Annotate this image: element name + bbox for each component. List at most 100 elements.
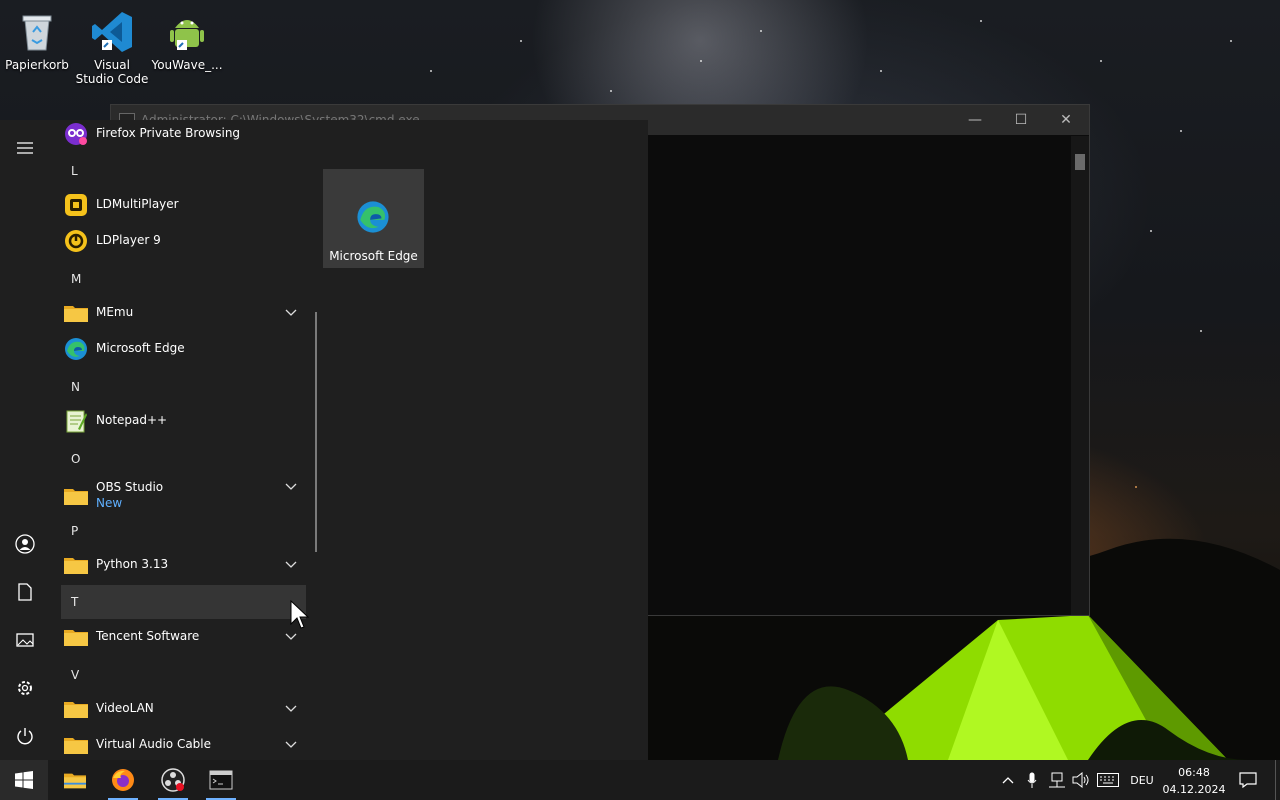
desktop-icon-vscode[interactable]: Visual Studio Code <box>75 6 149 86</box>
mouse-cursor-icon <box>290 600 310 629</box>
letter-label: T <box>71 595 79 609</box>
tile-label: Microsoft Edge <box>329 249 418 263</box>
taskbar-file-explorer[interactable] <box>52 760 98 800</box>
new-badge: New <box>96 496 123 510</box>
start-menu: Firefox Private Browsing L LDMultiPlayer… <box>0 120 648 760</box>
letter-header-n[interactable]: N <box>61 370 306 404</box>
firefox-private-icon <box>65 123 87 145</box>
letter-header-l[interactable]: L <box>61 154 306 188</box>
taskbar-obs[interactable] <box>150 760 196 800</box>
maximize-button[interactable]: ☐ <box>998 105 1044 135</box>
folder-icon <box>64 630 88 646</box>
edge-icon <box>357 201 389 233</box>
desktop-icon-label: YouWave_... <box>151 58 223 72</box>
chevron-down-icon[interactable] <box>284 631 298 641</box>
app-label: LDPlayer 9 <box>96 233 161 247</box>
app-virtual-audio-cable[interactable]: Virtual Audio Cable <box>56 727 306 763</box>
folder-icon <box>64 306 88 322</box>
letter-label: O <box>71 452 81 466</box>
chevron-down-icon[interactable] <box>284 703 298 713</box>
app-label: Firefox Private Browsing <box>96 126 241 140</box>
app-tencent-software[interactable]: Tencent Software <box>56 619 306 655</box>
tile-microsoft-edge[interactable]: Microsoft Edge <box>323 169 424 268</box>
app-ldmultiplayer[interactable]: LDMultiPlayer <box>56 187 306 223</box>
app-notepadpp[interactable]: Notepad++ <box>56 403 306 439</box>
letter-header-o[interactable]: O <box>61 442 306 476</box>
vscode-icon <box>90 10 134 54</box>
volume-icon[interactable] <box>1070 760 1092 800</box>
network-icon[interactable] <box>1045 760 1069 800</box>
letter-header-t[interactable]: T <box>61 585 306 619</box>
ldmultiplayer-icon <box>65 194 87 216</box>
folder-icon <box>64 738 88 754</box>
app-memu[interactable]: MEmu <box>56 295 306 331</box>
letter-label: V <box>71 668 80 682</box>
app-firefox-private[interactable]: Firefox Private Browsing <box>56 116 306 152</box>
app-list[interactable]: Firefox Private Browsing L LDMultiPlayer… <box>56 120 306 760</box>
letter-label: N <box>71 380 80 394</box>
app-label: MEmu <box>96 305 134 319</box>
keyboard-icon[interactable] <box>1095 760 1121 800</box>
clock-time: 06:48 <box>1178 766 1210 779</box>
app-label: Microsoft Edge <box>96 341 185 355</box>
tray-overflow-chevron-up-icon[interactable] <box>998 760 1018 800</box>
desktop-icon-label: Papierkorb <box>5 58 69 72</box>
notification-center-icon[interactable] <box>1232 760 1264 800</box>
user-icon[interactable] <box>0 520 50 568</box>
taskbar-terminal[interactable] <box>198 760 244 800</box>
app-label: Notepad++ <box>96 413 168 427</box>
letter-label: L <box>71 164 78 178</box>
start-rail <box>0 120 50 760</box>
start-icon <box>15 771 33 789</box>
app-label: Python 3.13 <box>96 557 169 571</box>
chevron-down-icon[interactable] <box>284 739 298 749</box>
settings-icon[interactable] <box>0 664 50 712</box>
cmd-scrollbar[interactable] <box>1071 136 1089 615</box>
app-ldplayer9[interactable]: LDPlayer 9 <box>56 223 306 259</box>
desktop-icon-youwave[interactable]: YouWave_... <box>150 6 224 72</box>
microphone-icon[interactable] <box>1022 760 1042 800</box>
app-label: VideoLAN <box>96 701 154 715</box>
pictures-icon[interactable] <box>0 616 50 664</box>
obs-icon <box>161 768 185 792</box>
clock[interactable]: 06:48 04.12.2024 <box>1162 764 1226 798</box>
folder-icon <box>64 558 88 574</box>
app-microsoft-edge[interactable]: Microsoft Edge <box>56 331 306 367</box>
hamburger-icon[interactable] <box>0 124 50 172</box>
taskbar-firefox[interactable] <box>100 760 146 800</box>
app-label: LDMultiPlayer <box>96 197 179 211</box>
language-indicator[interactable]: DEU <box>1126 760 1158 800</box>
recycle-bin-icon <box>15 10 59 54</box>
firefox-icon <box>112 769 134 791</box>
documents-icon[interactable] <box>0 568 50 616</box>
letter-label: M <box>71 272 82 286</box>
power-icon[interactable] <box>0 712 50 760</box>
file-explorer-icon <box>64 773 86 789</box>
cmd-scroll-thumb[interactable] <box>1075 154 1085 170</box>
app-list-scrollbar[interactable] <box>315 312 317 552</box>
minimize-button[interactable]: — <box>952 105 998 135</box>
android-icon <box>165 10 209 54</box>
app-obs-studio[interactable]: OBS Studio New <box>56 475 306 517</box>
app-label: Tencent Software <box>96 629 200 643</box>
app-label: OBS Studio <box>96 480 164 494</box>
close-button[interactable]: ✕ <box>1043 105 1089 135</box>
notepadpp-icon <box>66 410 87 433</box>
show-desktop-button[interactable] <box>1275 760 1276 800</box>
terminal-icon <box>209 770 233 790</box>
taskbar: DEU 06:48 04.12.2024 <box>0 760 1280 800</box>
app-python[interactable]: Python 3.13 <box>56 547 306 583</box>
chevron-down-icon[interactable] <box>284 307 298 317</box>
letter-header-m[interactable]: M <box>61 262 306 296</box>
desktop-icon-label: Visual Studio Code <box>75 58 149 86</box>
app-label: Virtual Audio Cable <box>96 737 212 751</box>
chevron-down-icon[interactable] <box>284 481 298 491</box>
app-videolan[interactable]: VideoLAN <box>56 691 306 727</box>
letter-label: P <box>71 524 79 538</box>
chevron-down-icon[interactable] <box>284 559 298 569</box>
letter-header-v[interactable]: V <box>61 658 306 692</box>
ldplayer-icon <box>65 230 87 252</box>
letter-header-p[interactable]: P <box>61 514 306 548</box>
start-button[interactable] <box>0 760 48 800</box>
desktop-icon-recycle-bin[interactable]: Papierkorb <box>0 6 74 72</box>
